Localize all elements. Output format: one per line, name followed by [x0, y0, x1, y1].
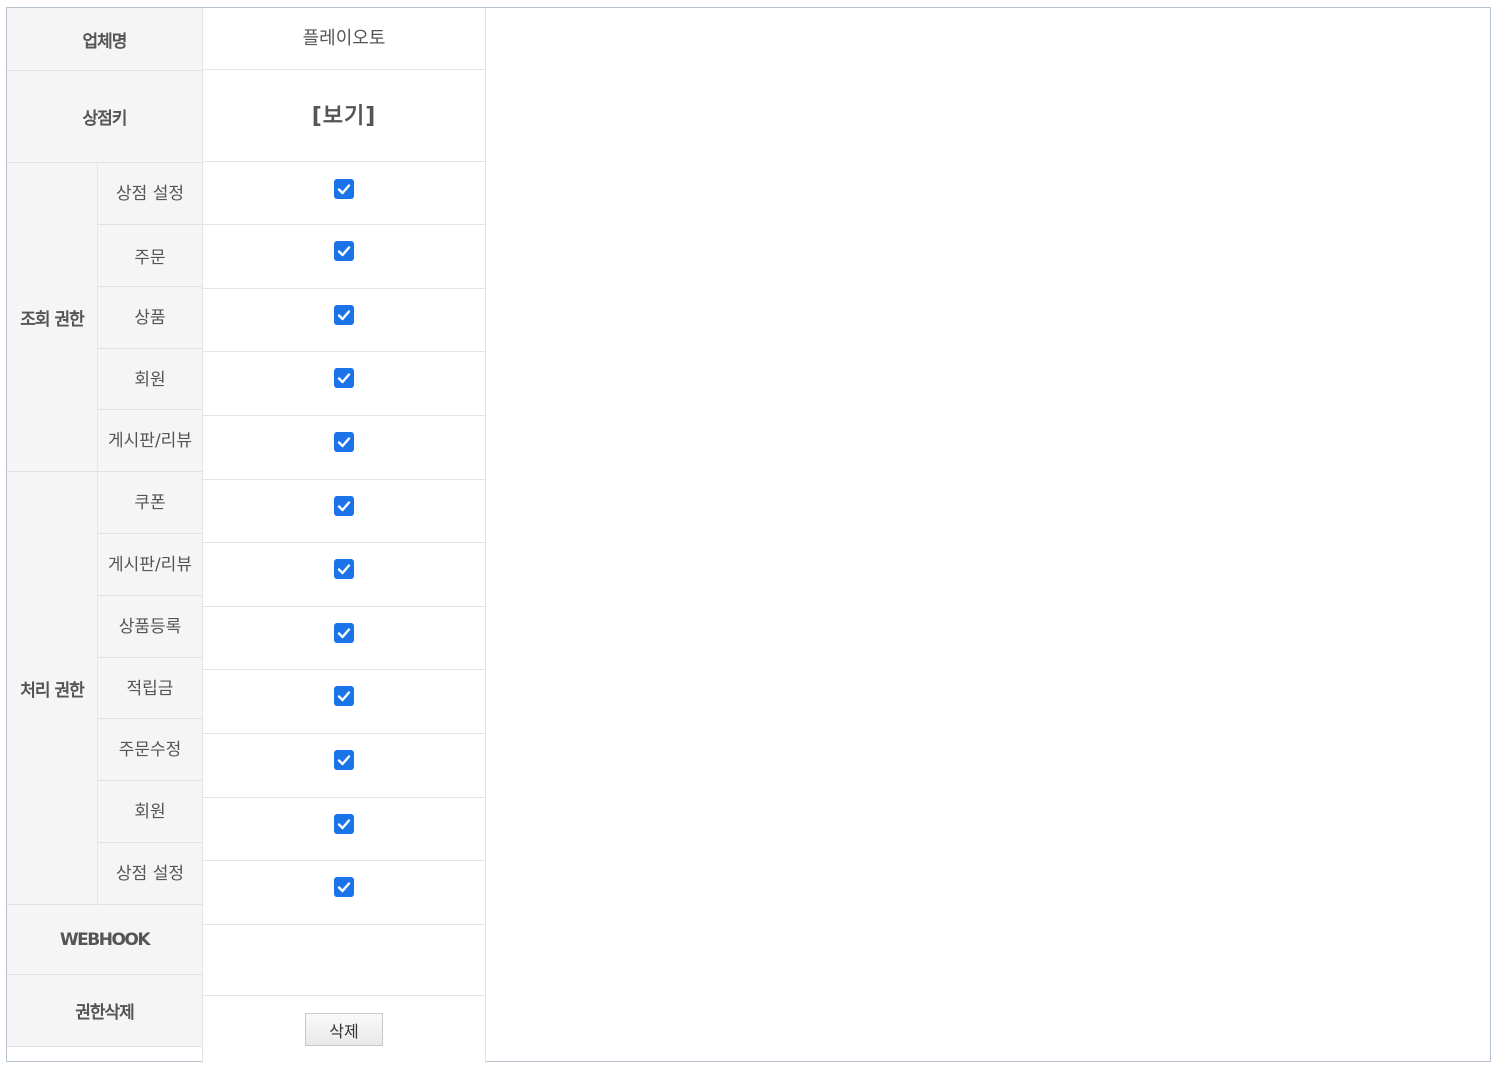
process-members-cell	[202, 798, 486, 861]
process-board-review-checkbox[interactable]	[334, 559, 354, 579]
view-permission-group-label: 조회 권한	[7, 163, 97, 472]
view-board-review-checkbox[interactable]	[334, 432, 354, 452]
process-order-edit-checkbox[interactable]	[334, 750, 354, 770]
process-points-checkbox[interactable]	[334, 686, 354, 706]
store-key-cell: [보기]	[202, 70, 486, 162]
process-permission-order-edit-label: 주문수정	[97, 719, 202, 781]
process-permission-coupon-label: 쿠폰	[97, 472, 202, 534]
process-permission-group-label: 처리 권한	[7, 472, 97, 905]
view-permission-orders-label: 주문	[97, 225, 202, 287]
view-products-checkbox[interactable]	[334, 305, 354, 325]
process-permission-board-review-label: 게시판/리뷰	[97, 534, 202, 596]
view-orders-cell	[202, 225, 486, 289]
view-permission-members-label: 회원	[97, 349, 202, 410]
view-permission-store-settings-label: 상점 설정	[97, 163, 202, 225]
view-board-review-cell	[202, 416, 486, 480]
process-product-register-checkbox[interactable]	[334, 623, 354, 643]
process-order-edit-cell	[202, 734, 486, 798]
process-permission-store-settings-label: 상점 설정	[97, 843, 202, 905]
view-members-cell	[202, 352, 486, 416]
view-permission-products-label: 상품	[97, 287, 202, 349]
store-key-view-link[interactable]: [보기]	[312, 98, 377, 130]
view-store-settings-checkbox[interactable]	[334, 179, 354, 199]
process-permission-points-label: 적립금	[97, 658, 202, 719]
process-points-cell	[202, 670, 486, 734]
view-products-cell	[202, 289, 486, 352]
delete-button[interactable]: 삭제	[305, 1013, 383, 1046]
delete-permission-label: 권한삭제	[7, 975, 202, 1047]
process-permission-members-label: 회원	[97, 781, 202, 843]
webhook-value	[202, 925, 486, 996]
view-permission-board-review-label: 게시판/리뷰	[97, 410, 202, 472]
view-orders-checkbox[interactable]	[334, 241, 354, 261]
webhook-label: WEBHOOK	[7, 905, 202, 975]
process-product-register-cell	[202, 607, 486, 670]
process-board-review-cell	[202, 543, 486, 607]
process-coupon-cell	[202, 480, 486, 543]
company-name-label: 업체명	[7, 8, 202, 71]
process-coupon-checkbox[interactable]	[334, 496, 354, 516]
process-store-settings-cell	[202, 861, 486, 925]
store-key-label: 상점키	[7, 71, 202, 163]
process-permission-product-register-label: 상품등록	[97, 596, 202, 658]
process-members-checkbox[interactable]	[334, 814, 354, 834]
view-members-checkbox[interactable]	[334, 368, 354, 388]
delete-permission-cell: 삭제	[202, 996, 486, 1063]
company-name-value: 플레이오토	[202, 8, 486, 70]
process-store-settings-checkbox[interactable]	[334, 877, 354, 897]
view-store-settings-cell	[202, 162, 486, 225]
